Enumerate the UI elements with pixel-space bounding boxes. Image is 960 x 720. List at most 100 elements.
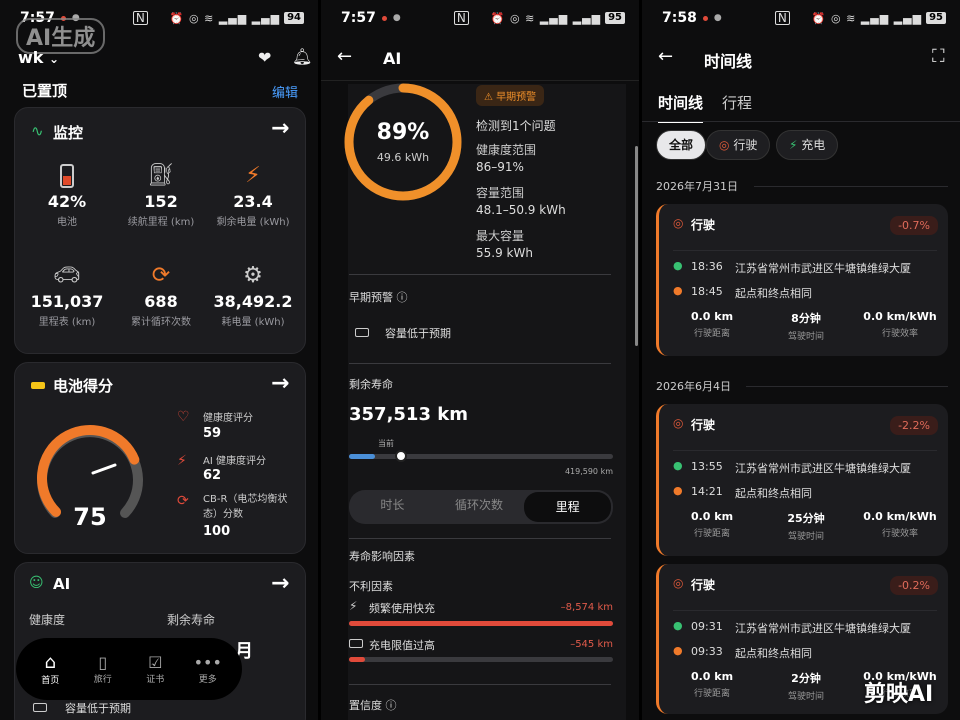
battery-outline-icon (33, 703, 47, 712)
tab-trips[interactable]: 行程 (722, 92, 752, 113)
range-icon: ⛽︎ (147, 163, 175, 188)
trip-stat-label: 行驶距离 (693, 329, 730, 339)
arrow-right-icon[interactable]: → (271, 571, 289, 596)
home-screen: 7:57 ● N ⏰ ◎ ≋ ▂▄▆ ▂▄▆ 94 AI生成 wk ⌄ ❤ 🔔︎… (0, 0, 318, 720)
filter-charge[interactable]: ⚡ 充电 (776, 130, 839, 160)
end-pin-icon: ● (673, 284, 683, 297)
trip-stat: 2分钟 驾驶时间 (767, 670, 845, 702)
stat-value: 38,492.2 (213, 292, 293, 311)
fast-charge-icon: ⚡ (349, 599, 358, 613)
trip-stat-label: 行驶效率 (881, 329, 918, 339)
nav-certificate[interactable]: ☑ 证书 (132, 653, 178, 685)
back-arrow-icon[interactable]: ← (658, 46, 673, 67)
page-title: AI (383, 49, 402, 68)
cycle-icon: ⟳ (151, 263, 171, 288)
notification-dot (381, 15, 387, 21)
back-arrow-icon[interactable]: ← (337, 46, 352, 67)
trip-stat-label: 驾驶时间 (787, 332, 824, 342)
date-header: 2026年7月31日 (656, 180, 738, 193)
factor-label: 充电限值过高 (369, 639, 435, 652)
score-item-label: CB-R（电芯均衡状态）分数 (203, 494, 288, 520)
battery-level: 94 (284, 12, 304, 24)
date-divider (754, 186, 948, 187)
tab-duration[interactable]: 时长 (349, 490, 436, 524)
factors-title: 寿命影响因素 (349, 550, 415, 563)
divider (349, 363, 611, 364)
stat-label: 耗电量 (kWh) (221, 317, 285, 328)
filter-all[interactable]: 全部 (656, 130, 707, 160)
life-slider-fill (349, 454, 376, 459)
help-icon[interactable]: ⓘ (386, 699, 397, 712)
robot-icon: ☺ (29, 575, 44, 591)
stat-cycles: ⟳ 688 累计循环次数 (121, 260, 201, 328)
tab-cycles[interactable]: 循环次数 (436, 490, 523, 524)
nav-label: 证书 (146, 675, 165, 685)
ai-alert-text: 容量低于预期 (65, 702, 131, 715)
start-pin-icon: ● (673, 259, 683, 272)
heart-icon[interactable]: ❤ (258, 48, 271, 67)
tab-timeline[interactable]: 时间线 (658, 92, 704, 123)
score-item-label: AI 健康度评分 (203, 456, 266, 467)
ai-health-icon: ⚡ (177, 453, 187, 469)
negative-title: 不利因素 (349, 580, 393, 593)
stat-label: 续航里程 (km) (127, 217, 195, 228)
battery-score-title: 电池得分 (53, 377, 114, 395)
trip-card[interactable]: ◎ 行驶 -0.7% ● 18:36 江苏省常州市武进区牛塘镇维绿大厦 ● 18… (656, 204, 948, 356)
certificate-icon: ☑ (148, 653, 163, 672)
user-switcher[interactable]: wk ⌄ (18, 48, 59, 67)
battery-outline-icon (355, 328, 369, 337)
early-warning-title: 早期预警 ⓘ (349, 289, 408, 305)
nfc-icon: N (453, 11, 469, 25)
life-slider-track (349, 454, 613, 459)
luggage-icon: ▯ (98, 653, 108, 672)
pinned-title: 已置顶 (22, 82, 68, 100)
start-time: 18:36 (691, 260, 723, 273)
nav-more[interactable]: ••• 更多 (185, 653, 231, 685)
help-icon[interactable]: ⓘ (397, 291, 408, 304)
health-range-value: 86–91% (476, 160, 524, 174)
battery-delta-badge: -0.7% (890, 216, 938, 235)
trip-card[interactable]: ◎ 行驶 -2.2% ● 13:55 江苏省常州市武进区牛塘镇维绿大厦 ● 14… (656, 404, 948, 556)
ai-card-title: AI (53, 575, 71, 593)
stat-value: 688 (144, 292, 178, 311)
trip-stat-label: 驾驶时间 (787, 532, 824, 542)
life-mode-tabs: 时长 循环次数 里程 (349, 490, 613, 524)
stat-odometer: 🚗︎ 151,037 里程表 (km) (27, 260, 107, 328)
filter-drive-label: 行驶 (733, 138, 758, 152)
monitor-card[interactable]: ∿ 监控 → 42% 电池 ⛽︎ 152 续航里程 (km) ⚡ 23.4 剩余… (14, 107, 306, 354)
tab-mileage[interactable]: 里程 (524, 492, 612, 522)
bell-icon[interactable]: 🔔︎ (292, 47, 312, 66)
trip-divider (673, 450, 937, 451)
early-warning-title-text: 早期预警 (349, 291, 393, 304)
nav-label: 首页 (41, 676, 60, 686)
filter-drive[interactable]: ◎ 行驶 (706, 130, 771, 160)
page-title: 时间线 (704, 52, 753, 71)
nav-home[interactable]: ⌂ 首页 (27, 652, 73, 686)
factor-label: 频繁使用快充 (369, 602, 435, 615)
factor-value: –8,574 km (560, 602, 613, 613)
battery-score-card[interactable]: 电池得分 → 75 ♡ 健康度评分 59 ⚡ AI 健康度评分 62 ⟳ CB-… (14, 362, 306, 554)
max-capacity-label: 最大容量 (476, 229, 525, 243)
notification-icon: ● (392, 13, 401, 23)
map-icon[interactable]: ⛶ (932, 46, 945, 67)
slider-max: 419,590 km (564, 467, 613, 476)
arrow-right-icon[interactable]: → (271, 371, 289, 396)
stat-battery: 42% 电池 (27, 160, 107, 228)
nav-travel[interactable]: ▯ 旅行 (80, 653, 126, 685)
filter-charge-label: 充电 (801, 138, 826, 152)
factor-bar-fill (349, 657, 365, 662)
energy-icon: ⚡ (245, 163, 261, 188)
trip-stat: 25分钟 驾驶时间 (767, 510, 845, 542)
divider (349, 684, 611, 685)
scrollbar[interactable] (635, 146, 638, 346)
bottom-nav: ⌂ 首页 ▯ 旅行 ☑ 证书 ••• 更多 (16, 638, 242, 700)
start-pin-icon: ● (673, 619, 683, 632)
arrow-right-icon[interactable]: → (271, 116, 289, 141)
edit-link[interactable]: 编辑 (272, 82, 298, 101)
health-label: 健康度 (29, 613, 66, 627)
health-percent: 89% (376, 120, 430, 145)
trip-stat: 0.0 km/kWh 行驶效率 (855, 310, 945, 339)
stat-energy: ⚡ 23.4 剩余电量 (kWh) (213, 160, 293, 228)
early-warning-item[interactable]: 容量低于预期 (385, 325, 451, 341)
warning-icon: ⚠ (484, 92, 493, 103)
